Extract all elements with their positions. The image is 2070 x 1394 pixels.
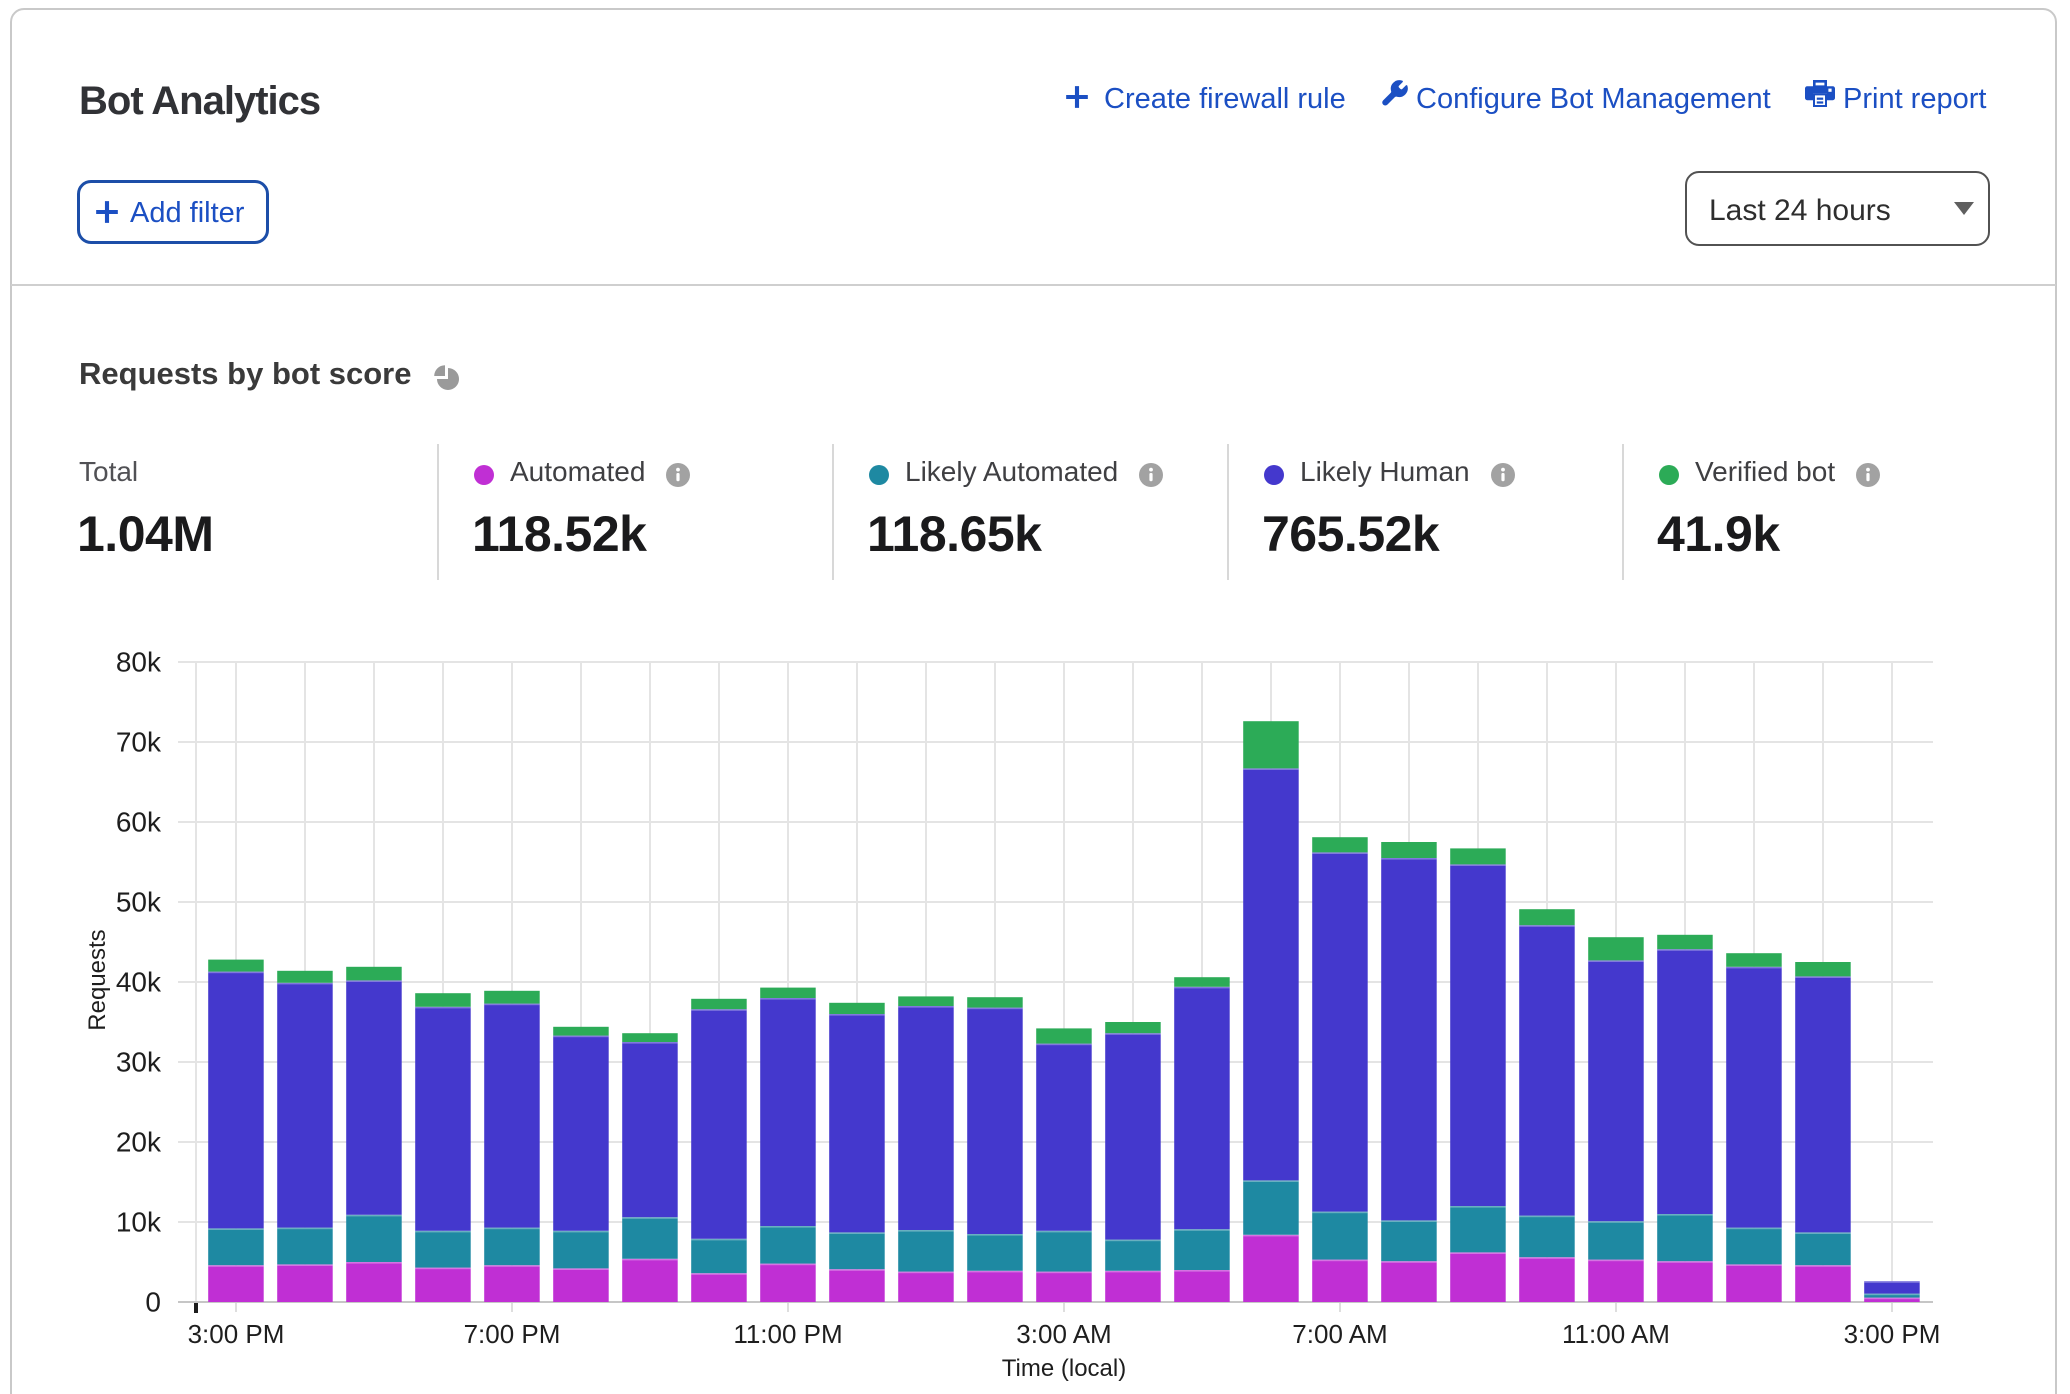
svg-text:30k: 30k bbox=[116, 1047, 162, 1078]
svg-text:20k: 20k bbox=[116, 1127, 162, 1158]
svg-text:40k: 40k bbox=[116, 967, 162, 998]
svg-text:7:00 AM: 7:00 AM bbox=[1292, 1319, 1387, 1349]
svg-text:7:00 PM: 7:00 PM bbox=[464, 1319, 561, 1349]
svg-text:3:00 PM: 3:00 PM bbox=[188, 1319, 285, 1349]
svg-text:10k: 10k bbox=[116, 1207, 162, 1238]
svg-text:11:00 AM: 11:00 AM bbox=[1562, 1319, 1670, 1349]
svg-text:3:00 AM: 3:00 AM bbox=[1016, 1319, 1111, 1349]
svg-text:80k: 80k bbox=[116, 647, 162, 678]
svg-text:50k: 50k bbox=[116, 887, 162, 918]
svg-text:11:00 PM: 11:00 PM bbox=[733, 1319, 842, 1349]
svg-text:0: 0 bbox=[145, 1287, 161, 1318]
svg-text:Time (local): Time (local) bbox=[1002, 1355, 1126, 1382]
svg-text:60k: 60k bbox=[116, 807, 162, 838]
svg-text:70k: 70k bbox=[116, 727, 162, 758]
svg-text:3:00 PM: 3:00 PM bbox=[1844, 1319, 1941, 1349]
svg-text:Requests: Requests bbox=[84, 929, 111, 1030]
